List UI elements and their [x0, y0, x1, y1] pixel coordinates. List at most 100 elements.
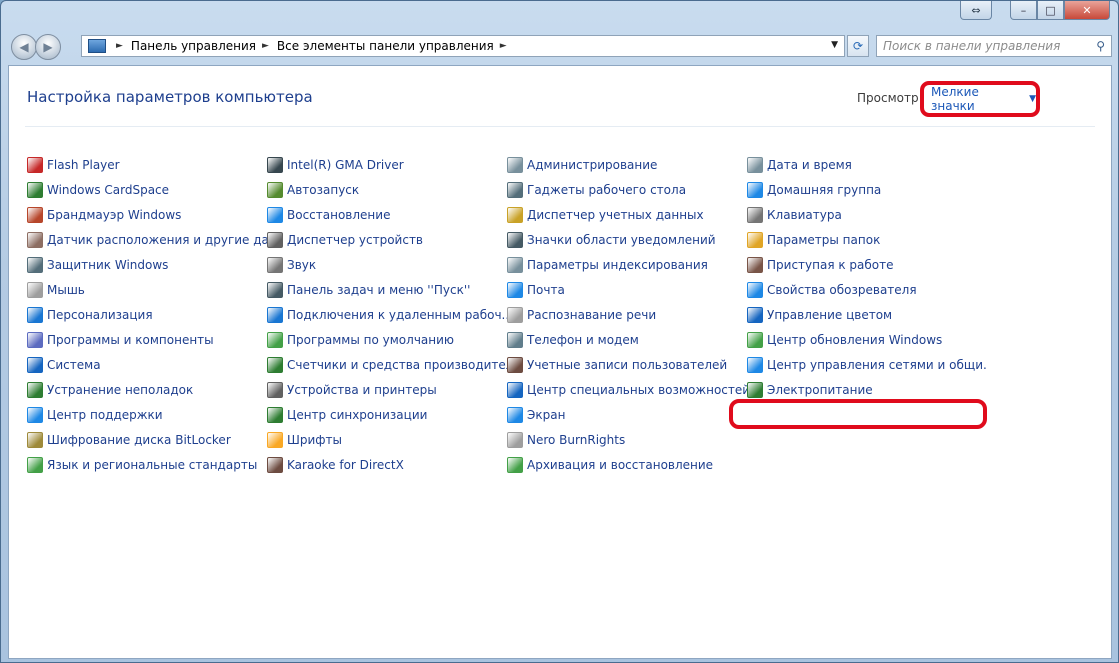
flag-icon: [27, 406, 43, 423]
control-panel-item[interactable]: Устройства и принтеры: [267, 377, 507, 402]
control-panel-item-label: Панель задач и меню ''Пуск'': [287, 282, 471, 297]
breadcrumb-all-items[interactable]: Все элементы панели управления: [277, 39, 494, 53]
control-panel-item[interactable]: Flash Player: [27, 152, 267, 177]
firewall-icon: [27, 206, 43, 223]
control-panel-item[interactable]: Центр обновления Windows: [747, 327, 987, 352]
phone-icon: [507, 331, 523, 348]
control-panel-item[interactable]: Брандмауэр Windows: [27, 202, 267, 227]
breadcrumb-separator-icon[interactable]: ►: [500, 41, 507, 51]
control-panel-item-label: Параметры папок: [767, 232, 881, 247]
control-panel-item[interactable]: Значки области уведомлений: [507, 227, 747, 252]
control-panel-item[interactable]: Управление цветом: [747, 302, 987, 327]
troubleshoot-icon: [27, 381, 43, 398]
control-panel-item[interactable]: Nero BurnRights: [507, 427, 747, 452]
control-panel-item-label: Электропитание: [767, 382, 873, 397]
control-panel-item[interactable]: Диспетчер устройств: [267, 227, 507, 252]
address-bar[interactable]: ► Панель управления ► Все элементы панел…: [81, 35, 845, 57]
control-panel-item-label: Программы и компоненты: [47, 332, 214, 347]
maximize-button[interactable]: □: [1037, 1, 1064, 20]
breadcrumb-separator-icon[interactable]: ►: [116, 41, 123, 51]
control-panel-item[interactable]: Шифрование диска BitLocker: [27, 427, 267, 452]
forward-button[interactable]: ▶: [35, 34, 61, 60]
breadcrumb-separator-icon[interactable]: ►: [262, 41, 269, 51]
control-panel-item[interactable]: Восстановление: [267, 202, 507, 227]
control-panel-item-label: Шрифты: [287, 432, 342, 447]
control-panel-item[interactable]: Центр управления сетями и общи...: [747, 352, 987, 377]
control-panel-item[interactable]: Мышь: [27, 277, 267, 302]
control-panel-item[interactable]: Свойства обозревателя: [747, 277, 987, 302]
control-panel-item[interactable]: Панель задач и меню ''Пуск'': [267, 277, 507, 302]
control-panel-item[interactable]: Система: [27, 352, 267, 377]
control-panel-item[interactable]: Диспетчер учетных данных: [507, 202, 747, 227]
view-mode-value: Мелкие значки: [931, 85, 979, 113]
control-panel-item[interactable]: Windows CardSpace: [27, 177, 267, 202]
accessibility-icon: [507, 381, 523, 398]
resize-toggle-button[interactable]: ⇔: [960, 1, 992, 20]
control-panel-item[interactable]: Клавиатура: [747, 202, 987, 227]
control-panel-item[interactable]: Защитник Windows: [27, 252, 267, 277]
control-panel-item-label: Клавиатура: [767, 207, 842, 222]
remote-icon: [267, 306, 283, 323]
control-panel-item[interactable]: Архивация и восстановление: [507, 452, 747, 477]
control-panel-item[interactable]: Почта: [507, 277, 747, 302]
navigation-bar: ◀ ▶ ► Панель управления ► Все элементы п…: [11, 34, 1112, 60]
control-panel-item[interactable]: Язык и региональные стандарты: [27, 452, 267, 477]
control-panel-item-label: Windows CardSpace: [47, 182, 170, 197]
control-panel-item[interactable]: Счетчики и средства производител...: [267, 352, 507, 377]
control-panel-item[interactable]: Параметры папок: [747, 227, 987, 252]
control-panel-item-label: Диспетчер учетных данных: [527, 207, 704, 222]
control-panel-item[interactable]: Приступая к работе: [747, 252, 987, 277]
control-panel-item[interactable]: Дата и время: [747, 152, 987, 177]
color-management-icon: [747, 306, 763, 323]
control-panel-item-label: Домашняя группа: [767, 182, 882, 197]
control-panel-item[interactable]: Гаджеты рабочего стола: [507, 177, 747, 202]
back-button[interactable]: ◀: [11, 34, 37, 60]
control-panel-item[interactable]: Устранение неполадок: [27, 377, 267, 402]
control-panel-item[interactable]: Распознавание речи: [507, 302, 747, 327]
folder-icon: [747, 231, 763, 248]
view-mode-dropdown[interactable]: Мелкие значки ▼: [920, 81, 1040, 117]
control-panel-item-label: Параметры индексирования: [527, 257, 708, 272]
control-panel-item-label: Учетные записи пользователей: [527, 357, 728, 372]
control-panel-item[interactable]: Датчик расположения и другие дат...: [27, 227, 267, 252]
search-icon[interactable]: ⚲: [1096, 39, 1105, 53]
header-divider: [25, 126, 1095, 127]
taskbar-icon: [267, 281, 283, 298]
control-panel-item[interactable]: Звук: [267, 252, 507, 277]
admin-tools-icon: [507, 156, 523, 173]
control-panel-item-label: Архивация и восстановление: [527, 457, 714, 472]
control-panel-item[interactable]: Intel(R) GMA Driver: [267, 152, 507, 177]
nero-icon: [507, 431, 523, 448]
control-panel-item-label: Центр обновления Windows: [767, 332, 943, 347]
control-panel-item[interactable]: Шрифты: [267, 427, 507, 452]
control-panel-item[interactable]: Автозапуск: [267, 177, 507, 202]
control-panel-item[interactable]: Экран: [507, 402, 747, 427]
control-panel-item[interactable]: Программы по умолчанию: [267, 327, 507, 352]
control-panel-item[interactable]: Домашняя группа: [747, 177, 987, 202]
control-panel-item[interactable]: Программы и компоненты: [27, 327, 267, 352]
control-panel-item-label: Распознавание речи: [527, 307, 657, 322]
control-panel-item[interactable]: Администрирование: [507, 152, 747, 177]
control-panel-item[interactable]: Телефон и модем: [507, 327, 747, 352]
scrollbar[interactable]: [1101, 66, 1111, 658]
gadgets-icon: [507, 181, 523, 198]
control-panel-item-label: Центр синхронизации: [287, 407, 428, 422]
homegroup-icon: [747, 181, 763, 198]
address-dropdown-icon[interactable]: ▼: [831, 40, 838, 50]
control-panel-item[interactable]: Учетные записи пользователей: [507, 352, 747, 377]
control-panel-item[interactable]: Подключения к удаленным рабоч...: [267, 302, 507, 327]
control-panel-item[interactable]: Karaoke for DirectX: [267, 452, 507, 477]
control-panel-item[interactable]: Центр поддержки: [27, 402, 267, 427]
minimize-button[interactable]: –: [1010, 1, 1037, 20]
control-panel-item[interactable]: Центр синхронизации: [267, 402, 507, 427]
close-button[interactable]: ✕: [1064, 1, 1110, 20]
control-panel-item[interactable]: Параметры индексирования: [507, 252, 747, 277]
refresh-button[interactable]: ⟳: [847, 35, 869, 57]
control-panel-item[interactable]: Персонализация: [27, 302, 267, 327]
control-panel-item-label: Подключения к удаленным рабоч...: [287, 307, 507, 322]
control-panel-item[interactable]: Центр специальных возможностей: [507, 377, 747, 402]
breadcrumb-control-panel[interactable]: Панель управления: [131, 39, 256, 53]
printer-icon: [267, 381, 283, 398]
default-programs-icon: [267, 331, 283, 348]
search-input[interactable]: Поиск в панели управления ⚲: [876, 35, 1112, 57]
